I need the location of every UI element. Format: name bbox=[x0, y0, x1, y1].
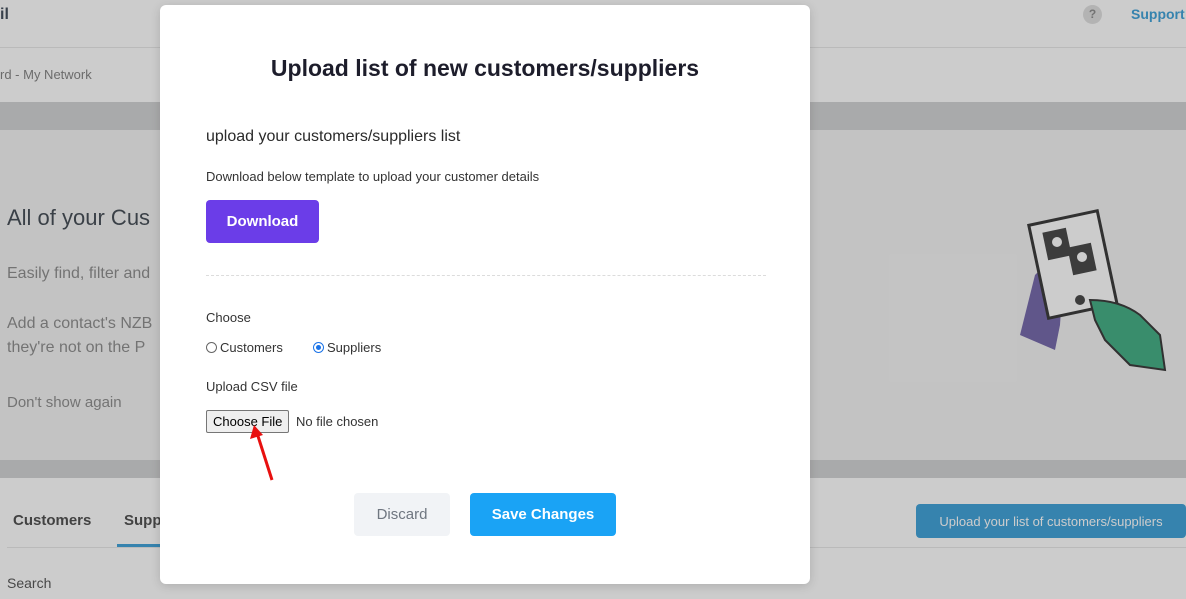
radio-suppliers[interactable]: Suppliers bbox=[313, 340, 381, 355]
discard-button[interactable]: Discard bbox=[354, 493, 450, 536]
annotation-arrow-icon bbox=[250, 425, 274, 481]
radio-customers-input[interactable] bbox=[206, 342, 217, 353]
upload-modal: Upload list of new customers/suppliers u… bbox=[160, 5, 810, 584]
template-description: Download below template to upload your c… bbox=[206, 169, 540, 184]
section-divider bbox=[206, 275, 766, 276]
radio-suppliers-input[interactable] bbox=[313, 342, 324, 353]
csv-upload-label: Upload CSV file bbox=[206, 379, 298, 394]
radio-customers-label: Customers bbox=[220, 340, 283, 355]
choose-label: Choose bbox=[206, 310, 251, 325]
radio-suppliers-label: Suppliers bbox=[327, 340, 382, 355]
file-status-text: No file chosen bbox=[296, 414, 379, 429]
download-template-button[interactable]: Download bbox=[206, 200, 319, 243]
modal-subtitle: upload your customers/suppliers list bbox=[206, 128, 461, 145]
radio-customers[interactable]: Customers bbox=[206, 340, 283, 355]
modal-title: Upload list of new customers/suppliers bbox=[270, 55, 700, 81]
save-changes-button[interactable]: Save Changes bbox=[470, 493, 616, 536]
